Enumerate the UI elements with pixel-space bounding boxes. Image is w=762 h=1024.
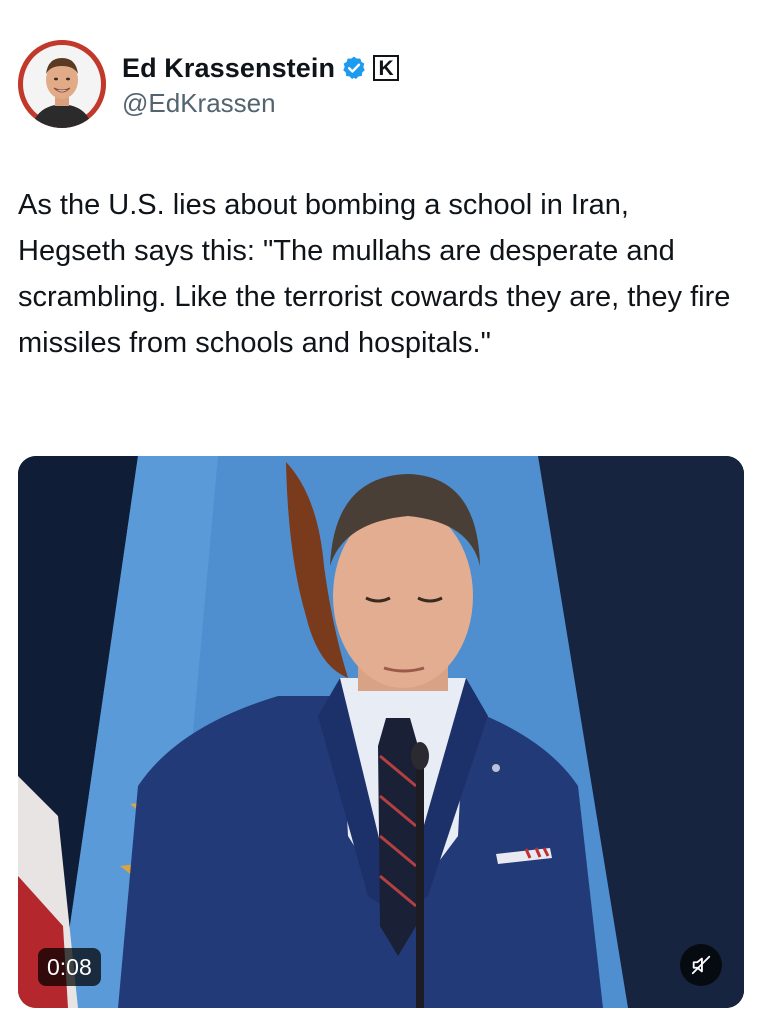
- tweet-header: Ed Krassenstein K @EdKrassen: [18, 38, 718, 138]
- tweet-text: As the U.S. lies about bombing a school …: [18, 189, 731, 359]
- tweet-screenshot: Ed Krassenstein K @EdKrassen As the U.S.…: [0, 0, 762, 1024]
- author-info: Ed Krassenstein K @EdKrassen: [122, 50, 400, 119]
- handle[interactable]: @EdKrassen: [122, 88, 399, 119]
- avatar[interactable]: [18, 40, 106, 128]
- speaker-muted-icon: [691, 955, 711, 975]
- affiliate-badge-icon[interactable]: K: [373, 55, 400, 81]
- display-name[interactable]: Ed Krassenstein: [122, 53, 335, 84]
- verified-badge-icon[interactable]: [341, 55, 367, 81]
- name-row: Ed Krassenstein K: [122, 50, 400, 86]
- video-frame: [18, 456, 744, 1008]
- mute-toggle-button[interactable]: [680, 944, 722, 986]
- video-duration-badge: 0:08: [38, 948, 101, 986]
- video-player[interactable]: 0:08: [18, 456, 744, 1008]
